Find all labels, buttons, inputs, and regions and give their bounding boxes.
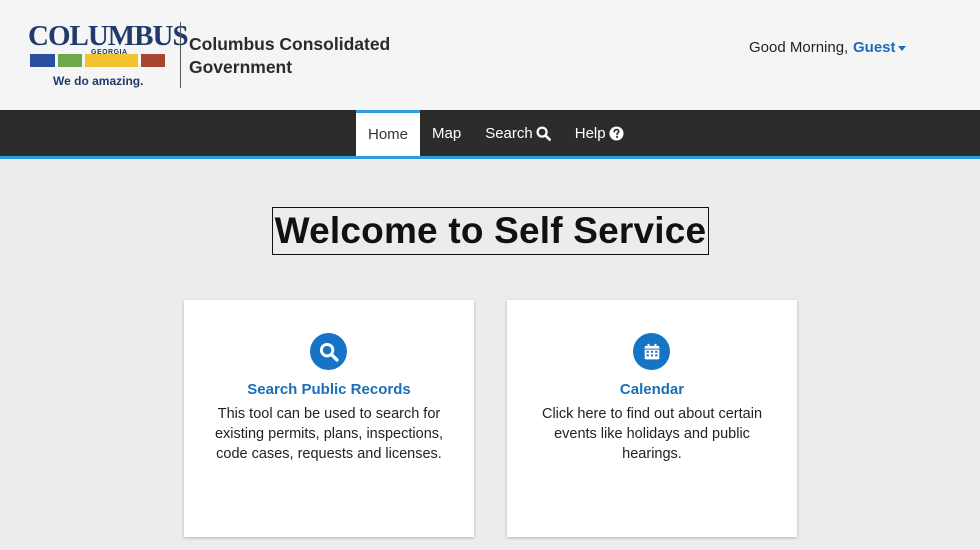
logo-color-bars	[30, 54, 165, 67]
main-navbar: Home Map Search Help	[0, 110, 980, 159]
user-menu[interactable]: Guest	[853, 39, 906, 56]
logo-bar-red	[141, 54, 165, 67]
logo-bar-blue	[30, 54, 55, 67]
logo-bar-green	[58, 54, 82, 67]
nav-map[interactable]: Map	[420, 110, 473, 156]
logo-tagline: We do amazing.	[53, 74, 144, 88]
search-icon	[536, 125, 551, 141]
logo-wordmark: COLUMBUS	[28, 20, 189, 52]
logo-bar-yellow	[85, 54, 138, 67]
nav-home-label: Home	[368, 126, 409, 143]
question-circle-icon	[609, 125, 624, 141]
nav-help-label: Help	[574, 124, 606, 142]
nav-search[interactable]: Search	[473, 110, 563, 156]
header-divider	[180, 22, 181, 88]
search-icon	[319, 342, 339, 362]
nav-map-label: Map	[432, 124, 462, 142]
columbus-logo[interactable]: COLUMBUS GEORGIA We do amazing.	[28, 20, 189, 92]
card-calendar[interactable]: Calendar Click here to find out about ce…	[507, 300, 797, 537]
card-search-icon-circle	[310, 333, 347, 370]
nav-help[interactable]: Help	[563, 110, 636, 156]
calendar-icon	[644, 343, 659, 359]
card-calendar-icon-circle	[633, 333, 670, 370]
nav-search-label: Search	[485, 124, 533, 142]
nav-home[interactable]: Home	[356, 110, 421, 156]
card-description: This tool can be used to search for exis…	[214, 406, 444, 462]
page-title-box: Welcome to Self Service	[272, 207, 709, 255]
user-name: Guest	[853, 39, 896, 56]
greeting-text: Good Morning,	[749, 39, 849, 56]
header: COLUMBUS GEORGIA We do amazing. Columbus…	[0, 0, 980, 110]
caret-down-icon	[897, 45, 906, 51]
card-search-public-records[interactable]: Search Public Records This tool can be u…	[184, 300, 474, 537]
card-description: Click here to find out about certain eve…	[541, 406, 763, 462]
page-title: Welcome to Self Service	[274, 210, 707, 251]
card-title[interactable]: Calendar	[507, 381, 797, 398]
organization-name: Columbus Consolidated Government	[189, 34, 391, 77]
card-title[interactable]: Search Public Records	[184, 381, 474, 398]
